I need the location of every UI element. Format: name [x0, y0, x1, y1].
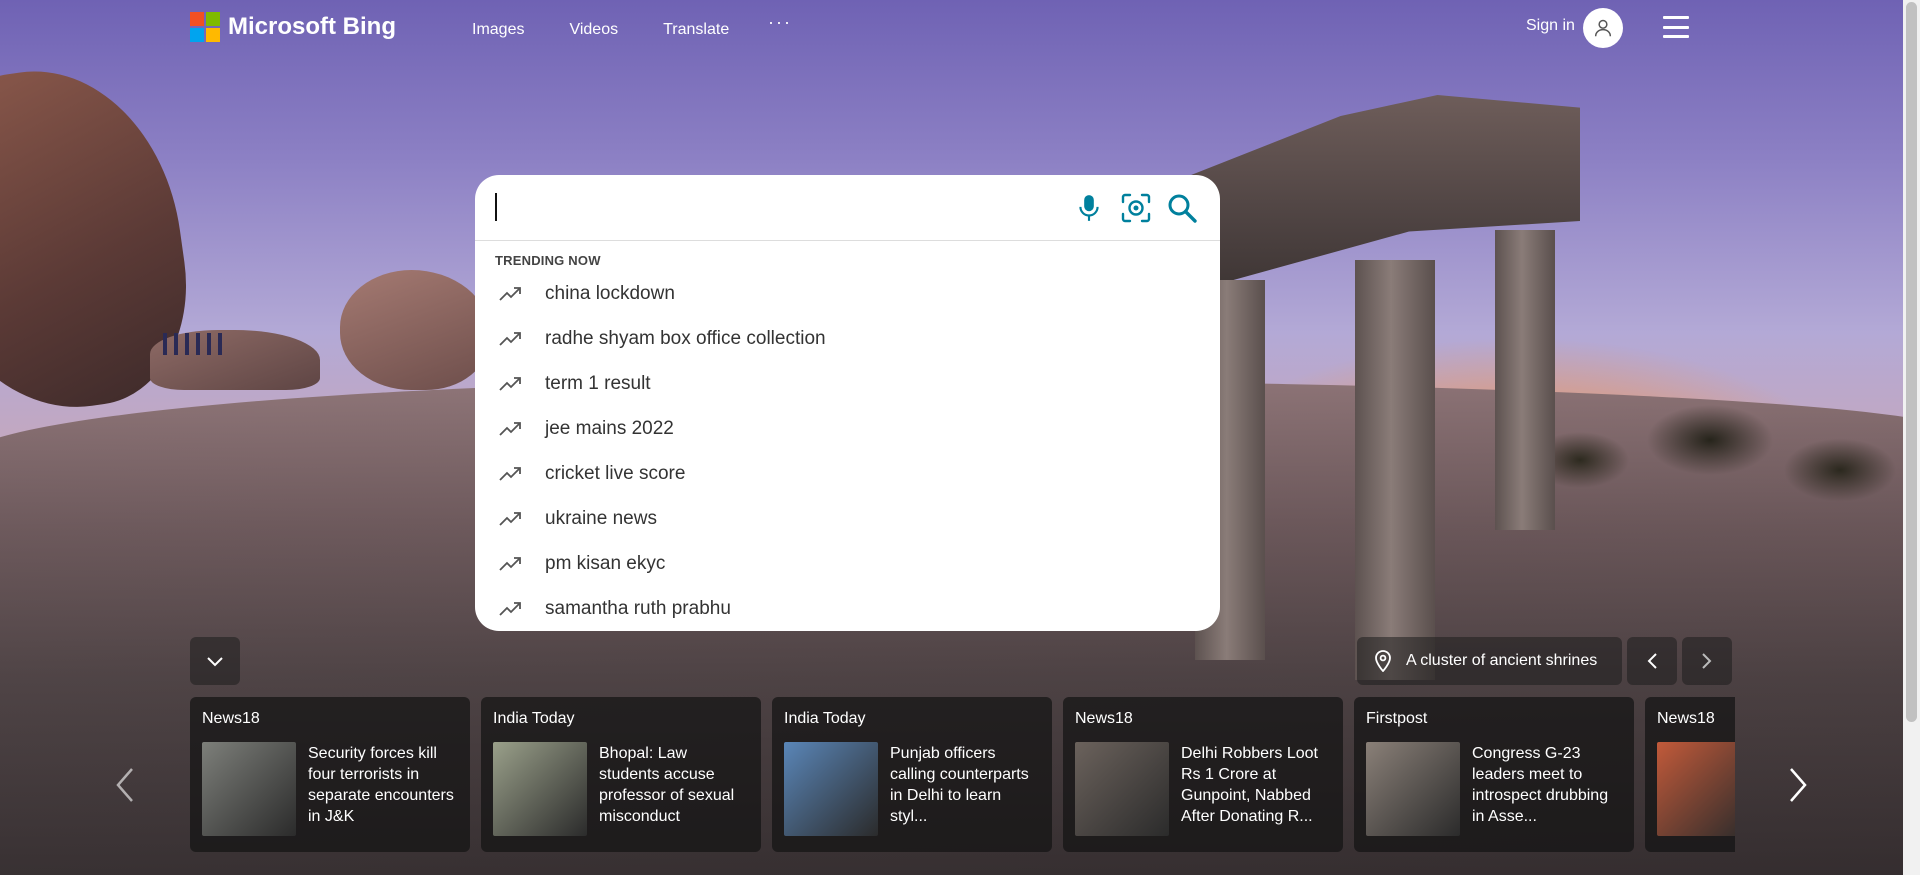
chevron-right-icon: [1702, 653, 1712, 669]
page-scrollbar[interactable]: [1903, 0, 1920, 875]
news-card[interactable]: News18 Delhi Robbers Loot Rs 1 Crore at …: [1063, 697, 1343, 852]
trending-icon: [499, 421, 529, 437]
temple-pillar: [1495, 230, 1555, 530]
news-thumbnail: [1657, 742, 1735, 836]
chevron-left-icon: [1647, 653, 1657, 669]
news-thumbnail: [493, 742, 587, 836]
news-source: News18: [1657, 710, 1715, 727]
boulder: [340, 270, 490, 390]
trending-icon: [499, 286, 529, 302]
search-icon: [1168, 194, 1197, 223]
trending-icon: [499, 466, 529, 482]
image-info-button[interactable]: A cluster of ancient shrines: [1357, 637, 1622, 685]
trending-icon: [499, 601, 529, 617]
news-title: Security forces kill four terrorists in …: [308, 745, 454, 825]
suggestion-text: radhe shyam box office collection: [545, 327, 826, 349]
suggestion-text: china lockdown: [545, 282, 675, 304]
camera-search-icon: [1121, 193, 1151, 223]
autosuggest-dropdown: TRENDING NOW china lockdown radhe shyam …: [475, 241, 1220, 631]
news-title: Delhi Robbers Loot Rs 1 Crore at Gunpoin…: [1181, 745, 1318, 825]
image-location-label: A cluster of ancient shrines: [1406, 652, 1598, 669]
nav-videos[interactable]: Videos: [569, 21, 618, 39]
news-previous-button[interactable]: [105, 765, 145, 805]
trending-icon: [499, 556, 529, 572]
news-card[interactable]: News18 Security forces kill four terrori…: [190, 697, 470, 852]
suggestion-text: term 1 result: [545, 372, 651, 394]
user-icon: [1594, 19, 1612, 37]
suggestion-text: jee mains 2022: [545, 417, 674, 439]
scrollbar-thumb[interactable]: [1906, 2, 1917, 722]
suggestion-item[interactable]: term 1 result: [475, 361, 1220, 406]
hamburger-menu-icon[interactable]: [1663, 16, 1689, 38]
suggestion-text: pm kisan ekyc: [545, 552, 666, 574]
suggestion-item[interactable]: china lockdown: [475, 271, 1220, 316]
nav-images[interactable]: Images: [472, 21, 524, 39]
news-source: India Today: [784, 710, 866, 727]
news-card[interactable]: India Today Punjab officers calling coun…: [772, 697, 1052, 852]
suggestion-text: cricket live score: [545, 462, 686, 484]
collapse-feed-button[interactable]: [190, 637, 240, 685]
suggestion-item[interactable]: cricket live score: [475, 451, 1220, 496]
sign-in-link[interactable]: Sign in: [1526, 17, 1575, 35]
bing-logo-link[interactable]: Microsoft Bing: [190, 12, 396, 42]
people-silhouettes: [163, 333, 223, 355]
chevron-left-icon: [116, 768, 133, 802]
suggestion-item[interactable]: pm kisan ekyc: [475, 541, 1220, 586]
trending-title: TRENDING NOW: [495, 253, 601, 268]
suggestion-item[interactable]: radhe shyam box office collection: [475, 316, 1220, 361]
news-card[interactable]: News18: [1645, 697, 1735, 852]
suggestion-item[interactable]: samantha ruth prabhu: [475, 586, 1220, 631]
location-pin-icon: [1375, 650, 1391, 672]
search-box: [475, 175, 1220, 240]
news-source: News18: [202, 710, 260, 727]
next-image-button[interactable]: [1682, 637, 1732, 685]
suggestion-text: samantha ruth prabhu: [545, 597, 731, 619]
header: Microsoft Bing Images Videos Translate ·…: [0, 0, 1920, 60]
news-source: News18: [1075, 710, 1133, 727]
news-thumbnail: [1075, 742, 1169, 836]
news-source: Firstpost: [1366, 710, 1428, 727]
trending-icon: [499, 511, 529, 527]
nav-translate[interactable]: Translate: [663, 21, 729, 39]
temple-pillar: [1355, 260, 1435, 680]
trending-icon: [499, 331, 529, 347]
news-title: Congress G-23 leaders meet to introspect…: [1472, 745, 1609, 825]
microphone-icon: [1079, 195, 1099, 221]
news-card[interactable]: India Today Bhopal: Law students accuse …: [481, 697, 761, 852]
more-options-button[interactable]: ···: [768, 12, 792, 33]
news-title: Bhopal: Law students accuse professor of…: [599, 745, 735, 825]
brand-name: Microsoft Bing: [228, 13, 396, 40]
suggestion-text: ukraine news: [545, 507, 657, 529]
news-title: Punjab officers calling counterparts in …: [890, 745, 1029, 825]
suggestion-item[interactable]: ukraine news: [475, 496, 1220, 541]
news-source: India Today: [493, 710, 575, 727]
news-thumbnail: [1366, 742, 1460, 836]
text-caret: [495, 193, 497, 221]
trending-icon: [499, 376, 529, 392]
news-thumbnail: [784, 742, 878, 836]
search-input[interactable]: [493, 189, 1037, 227]
avatar[interactable]: [1583, 8, 1623, 48]
news-next-button[interactable]: [1778, 765, 1818, 805]
chevron-right-icon: [1790, 768, 1807, 802]
visual-search-button[interactable]: [1117, 189, 1155, 227]
search-button[interactable]: [1163, 189, 1201, 227]
suggestion-list: china lockdown radhe shyam box office co…: [475, 271, 1220, 631]
previous-image-button[interactable]: [1627, 637, 1677, 685]
news-carousel: News18 Security forces kill four terrori…: [190, 697, 1735, 852]
chevron-down-icon: [207, 657, 223, 667]
voice-search-button[interactable]: [1070, 189, 1108, 227]
microsoft-logo-icon: [190, 12, 220, 42]
trees: [1540, 380, 1920, 520]
news-card[interactable]: Firstpost Congress G-23 leaders meet to …: [1354, 697, 1634, 852]
top-nav: Images Videos Translate: [472, 21, 729, 39]
news-thumbnail: [202, 742, 296, 836]
suggestion-item[interactable]: jee mains 2022: [475, 406, 1220, 451]
